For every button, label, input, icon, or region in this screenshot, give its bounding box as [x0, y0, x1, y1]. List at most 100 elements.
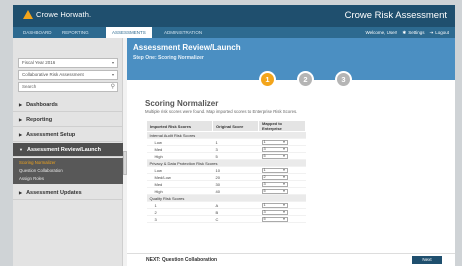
sidebar-item-reporting[interactable]: ▶ Reporting	[13, 113, 123, 127]
mapped-score-select[interactable]: 5	[261, 189, 288, 194]
user-bar: Welcome, User! ✱ Settings ⇥ Logout	[365, 27, 449, 38]
table-body: Internal Audit Risk ScoresLow11Med33High…	[146, 131, 306, 223]
mapped-score-select[interactable]: 1	[261, 140, 288, 145]
nav-tab-administration[interactable]: ADMINISTRATION	[158, 27, 208, 38]
original-score: A	[212, 201, 259, 209]
mapped-cell: 5	[258, 187, 306, 195]
submenu-item-question-collaboration[interactable]: Question Collaboration	[19, 168, 63, 173]
sidebar-item-assessment-updates[interactable]: ▶ Assessment Updates	[13, 186, 123, 200]
score-label: Med	[146, 145, 213, 153]
settings-link[interactable]: ✱ Settings	[402, 30, 424, 36]
sidebar-item-assessment-review[interactable]: ▼ Assessment Review/Launch	[13, 143, 123, 157]
main-nav: DASHBOARD REPORTING ASSESSMENTS ADMINIST…	[13, 27, 455, 38]
mapped-score-select[interactable]: 3	[261, 182, 288, 187]
score-label: Med	[146, 180, 213, 188]
mapped-score-select[interactable]: 5	[261, 217, 288, 222]
mapped-cell: 5	[258, 215, 306, 223]
page-subtitle: Step One: Scoring Normalizer	[133, 55, 204, 61]
score-mapping-table: Imported Risk Scores Original Score Mapp…	[146, 120, 306, 223]
sidebar-item-label: Assessment Setup	[26, 132, 76, 138]
score-label: High	[146, 187, 213, 195]
sidebar-item-assessment-setup[interactable]: ▶ Assessment Setup	[13, 128, 123, 142]
submenu-item-assign-roles[interactable]: Assign Roles	[19, 176, 44, 181]
next-step-label: NEXT: Question Collaboration	[146, 257, 218, 263]
welcome-text: Welcome, User!	[365, 30, 398, 35]
mapped-score-select[interactable]: 3	[261, 147, 288, 152]
sidebar: Fiscal Year 2016 ▾ Collaborative Risk As…	[13, 38, 123, 266]
original-score: 10	[212, 166, 259, 174]
header: Crowe Horwath. Crowe Risk Assessment	[13, 5, 455, 27]
page-title: Assessment Review/Launch	[133, 43, 241, 52]
sidebar-item-label: Reporting	[26, 117, 53, 123]
table-group-row: Privacy & Data Protection Risk Scores	[146, 159, 306, 167]
mapped-cell: 2	[258, 173, 306, 181]
next-button[interactable]: Next	[412, 256, 442, 264]
logo-mark-icon	[23, 10, 33, 19]
section-description: Multiple risk scores were found. Map imp…	[145, 109, 298, 114]
score-label: High	[146, 152, 213, 160]
sidebar-item-label: Assessment Review/Launch	[26, 147, 101, 153]
app-title: Crowe Risk Assessment	[344, 10, 447, 21]
table-row: Med 30 3	[146, 180, 306, 188]
chevron-right-icon: ▶	[19, 117, 23, 122]
step-2[interactable]: 2	[297, 71, 314, 88]
logout-icon: ⇥	[429, 29, 434, 35]
nav-tab-assessments[interactable]: ASSESSMENTS	[106, 27, 152, 38]
mapped-score-select[interactable]: 2	[261, 175, 288, 180]
original-score: 40	[212, 187, 259, 195]
mapped-cell: 1	[258, 138, 306, 146]
table-row: Low 10 1	[146, 166, 306, 174]
nav-tab-reporting[interactable]: REPORTING	[56, 27, 95, 38]
sidebar-item-label: Dashboards	[26, 102, 58, 108]
column-header: Original Score	[212, 120, 259, 132]
assessment-value: Collaborative Risk Assessment	[22, 72, 84, 77]
table-row: High 5 5	[146, 152, 306, 160]
step-1[interactable]: 1	[259, 71, 276, 88]
search-icon[interactable]: ⚲	[111, 83, 115, 91]
sidebar-item-label: Assessment Updates	[26, 190, 82, 196]
assessment-select[interactable]: Collaborative Risk Assessment ▾	[18, 70, 118, 80]
mapped-cell: 3	[258, 180, 306, 188]
chevron-right-icon: ▶	[19, 102, 23, 107]
logout-link[interactable]: ⇥ Logout	[429, 30, 449, 36]
original-score: 5	[212, 152, 259, 160]
section-title: Scoring Normalizer	[145, 99, 219, 108]
mapped-cell: 3	[258, 208, 306, 216]
search-placeholder: Search	[22, 84, 37, 89]
logo-text: Crowe Horwath.	[36, 10, 92, 19]
original-score: B	[212, 208, 259, 216]
table-row: 1A1	[146, 201, 306, 209]
chevron-right-icon: ▶	[19, 190, 23, 195]
app-window: Crowe Horwath. Crowe Risk Assessment DAS…	[13, 5, 455, 266]
original-score: 3	[212, 145, 259, 153]
table-row: 2B3	[146, 208, 306, 216]
chevron-down-icon: ▾	[111, 72, 114, 77]
score-label: 1	[146, 201, 213, 209]
fiscal-year-select[interactable]: Fiscal Year 2016 ▾	[18, 58, 118, 68]
chevron-down-icon: ▾	[111, 60, 114, 65]
table-group-row: Quality Risk Scores	[146, 194, 306, 202]
step-3[interactable]: 3	[335, 71, 352, 88]
sidebar-item-dashboards[interactable]: ▶ Dashboards	[13, 98, 123, 112]
table-row: High 40 5	[146, 187, 306, 195]
table-row: Low 1 1	[146, 138, 306, 146]
mapped-cell: 1	[258, 201, 306, 209]
original-score: 20	[212, 173, 259, 181]
step-indicator: 1 2 3	[127, 71, 455, 95]
mapped-score-select[interactable]: 5	[261, 154, 288, 159]
column-header: Mapped to Enterprise	[258, 120, 306, 132]
mapped-score-select[interactable]: 3	[261, 210, 288, 215]
main-content: Scoring Normalizer Multiple risk scores …	[127, 80, 455, 266]
score-label: 2	[146, 208, 213, 216]
logo: Crowe Horwath.	[23, 10, 91, 19]
table-row: Med/Low 20 2	[146, 173, 306, 181]
search-input[interactable]: Search ⚲	[18, 82, 118, 92]
nav-tab-dashboard[interactable]: DASHBOARD	[17, 27, 58, 38]
mapped-score-select[interactable]: 1	[261, 168, 288, 173]
gear-icon: ✱	[402, 29, 407, 35]
chevron-right-icon: ▶	[19, 132, 23, 137]
original-score: C	[212, 215, 259, 223]
submenu-item-scoring-normalizer[interactable]: Scoring Normalizer	[19, 160, 56, 165]
mapped-score-select[interactable]: 1	[261, 203, 288, 208]
original-score: 1	[212, 138, 259, 146]
